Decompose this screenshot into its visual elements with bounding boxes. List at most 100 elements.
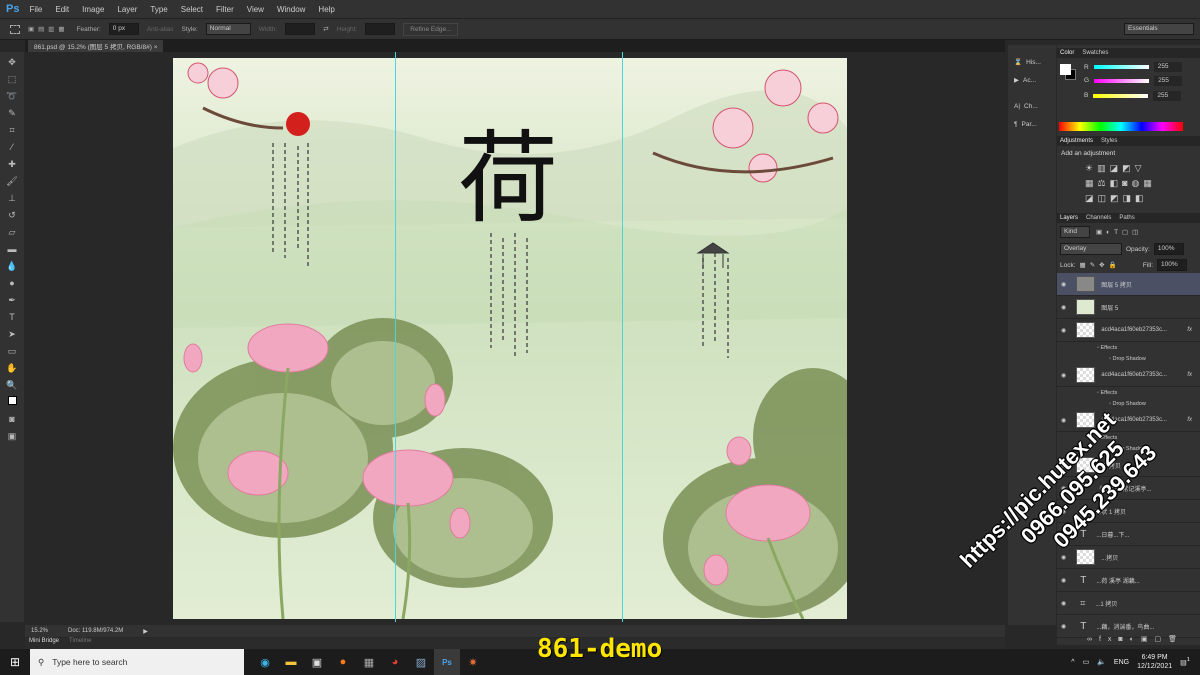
photoshop-taskbar-icon[interactable]: Ps	[434, 649, 460, 675]
menu-window[interactable]: Window	[277, 5, 305, 14]
blue-slider[interactable]	[1093, 93, 1149, 98]
menu-type[interactable]: Type	[150, 5, 167, 14]
eye-icon[interactable]: ◦	[1097, 390, 1099, 396]
actions-panel-button[interactable]: ▶ Ac...	[1008, 71, 1056, 89]
notification-icon[interactable]: ▤1	[1180, 657, 1190, 666]
layer-row[interactable]: ◉ acd4aca1f60eb27353c... fx	[1057, 319, 1200, 342]
tab-mini-bridge[interactable]: Mini Bridge	[29, 638, 59, 649]
tab-swatches[interactable]: Swatches	[1082, 50, 1108, 56]
height-input[interactable]	[365, 23, 396, 35]
selection-mode-icons[interactable]: ▣▤▥▦	[28, 25, 69, 33]
red-value[interactable]: 255	[1153, 62, 1182, 72]
history-panel-button[interactable]: ⌛ His...	[1008, 53, 1056, 71]
tab-paths[interactable]: Paths	[1119, 215, 1134, 221]
history-brush-icon[interactable]: ↺	[5, 208, 19, 222]
eye-icon[interactable]: ◦	[1097, 345, 1099, 351]
path-select-icon[interactable]: ➤	[5, 327, 19, 341]
eye-icon[interactable]: ◦	[1109, 356, 1111, 362]
brush-icon[interactable]: 🖌	[5, 174, 19, 188]
marquee-tool-icon[interactable]: ⬚	[5, 72, 19, 86]
foreground-color[interactable]	[1060, 64, 1071, 75]
chrome-icon[interactable]: ◕	[382, 649, 408, 675]
tab-timeline[interactable]: Timeline	[69, 638, 91, 649]
eye-icon[interactable]: ◉	[1061, 600, 1066, 607]
menu-view[interactable]: View	[247, 5, 264, 14]
green-value[interactable]: 255	[1154, 75, 1183, 86]
eye-icon[interactable]: ◉	[1061, 304, 1066, 311]
opacity-input[interactable]: 100%	[1153, 243, 1184, 255]
character-panel-button[interactable]: A| Ch...	[1008, 97, 1056, 115]
layer-filter-select[interactable]: Kind	[1060, 226, 1090, 238]
layer-row[interactable]: ◉ 图层 5	[1057, 296, 1200, 319]
style-select[interactable]: Normal	[205, 23, 251, 35]
app-icon[interactable]: ✷	[460, 649, 486, 675]
eye-icon[interactable]: ◉	[1061, 281, 1066, 288]
zoom-icon[interactable]: 🔍	[5, 378, 19, 392]
width-input[interactable]	[285, 23, 316, 35]
layer-row[interactable]: ◉ ...拷贝	[1057, 546, 1200, 569]
type-tool-icon[interactable]: T	[5, 310, 19, 324]
dodge-icon[interactable]: ●	[5, 276, 19, 290]
guide-line[interactable]	[622, 52, 623, 622]
layer-row[interactable]: ◉ ⌗ ...1 拷贝	[1057, 592, 1200, 615]
layer-row[interactable]: ◉ T ...荷 溪亭 湖藕...	[1057, 569, 1200, 592]
tab-channels[interactable]: Channels	[1086, 215, 1111, 221]
tab-styles[interactable]: Styles	[1101, 138, 1117, 144]
eye-icon[interactable]: ◉	[1061, 372, 1066, 379]
fx-icon[interactable]: fx	[1187, 372, 1192, 378]
menu-filter[interactable]: Filter	[216, 5, 234, 14]
tab-adjustments[interactable]: Adjustments	[1060, 138, 1093, 144]
menu-layer[interactable]: Layer	[117, 5, 137, 14]
layer-row[interactable]: ◉ 图层 5 拷贝	[1057, 273, 1200, 296]
layer-footer-icons[interactable]: ∞fx◙◐▣▢🗑	[1057, 635, 1200, 645]
file-explorer-icon[interactable]: ▬	[278, 649, 304, 675]
shape-icon[interactable]: ▭	[5, 344, 19, 358]
red-slider[interactable]	[1093, 65, 1149, 69]
effects-row[interactable]: ◦ Effects	[1057, 387, 1200, 398]
quick-mask-icon[interactable]: ◙	[5, 412, 19, 426]
zoom-level[interactable]: 15.2%	[31, 628, 48, 634]
menu-image[interactable]: Image	[82, 5, 104, 14]
tab-layers[interactable]: Layers	[1060, 215, 1078, 221]
healing-icon[interactable]: ✚	[5, 157, 19, 171]
green-slider[interactable]	[1094, 78, 1150, 83]
swap-icon[interactable]: ⇄	[323, 25, 328, 33]
tab-color[interactable]: Color	[1060, 50, 1074, 56]
adjustment-icons[interactable]: ☀▥◪◩▽ ▦⚖◧◙◍▦ ◪◫◩◨◧	[1057, 161, 1200, 213]
blur-icon[interactable]: 💧	[5, 259, 19, 273]
move-tool-icon[interactable]: ✥	[5, 55, 19, 69]
fx-icon[interactable]: fx	[1187, 417, 1192, 423]
taskbar-search[interactable]: ⚲ Type here to search	[30, 649, 244, 675]
antialias-checkbox[interactable]: Anti-alias	[147, 26, 174, 33]
fx-icon[interactable]: fx	[1187, 327, 1192, 333]
document-canvas[interactable]: 荷	[173, 58, 847, 619]
calculator-icon[interactable]: ▦	[356, 649, 382, 675]
filter-icons[interactable]: ▣◐T▢◫	[1096, 228, 1142, 236]
doc-size[interactable]: Doc: 119.8M/974.2M	[68, 628, 123, 634]
lasso-tool-icon[interactable]: ➰	[5, 89, 19, 103]
menu-help[interactable]: Help	[318, 5, 334, 14]
feather-input[interactable]: 0 px	[108, 23, 139, 35]
effects-row[interactable]: ◦ Effects	[1057, 342, 1200, 353]
blue-value[interactable]: 255	[1153, 90, 1182, 101]
network-icon[interactable]: ▭	[1083, 658, 1090, 666]
gradient-icon[interactable]: ▬	[5, 242, 19, 256]
eye-icon[interactable]: ◉	[1061, 623, 1066, 630]
eye-icon[interactable]: ◉	[1061, 577, 1066, 584]
quick-select-icon[interactable]: ✎	[5, 106, 19, 120]
windows-start-icon[interactable]: ⊞	[10, 655, 20, 669]
fill-input[interactable]: 100%	[1157, 259, 1187, 271]
marquee-tool-icon[interactable]	[10, 24, 20, 34]
clock[interactable]: 6:49 PM 12/12/2021	[1137, 653, 1172, 671]
edge-icon[interactable]: ◉	[252, 649, 278, 675]
document-tab[interactable]: 861.psd @ 15.2% (图层 5 拷贝, RGB/8#) ×	[28, 40, 164, 52]
hand-icon[interactable]: ✋	[5, 361, 19, 375]
pen-icon[interactable]: ✒	[5, 293, 19, 307]
language-indicator[interactable]: ENG	[1114, 659, 1129, 666]
blend-mode-select[interactable]: Overlay	[1060, 243, 1122, 255]
eye-icon[interactable]: ◉	[1061, 417, 1066, 424]
menu-file[interactable]: File	[29, 5, 42, 14]
drop-shadow-row[interactable]: ◦ Drop Shadow	[1057, 398, 1200, 409]
eraser-icon[interactable]: ▱	[5, 225, 19, 239]
screen-mode-icon[interactable]: ▣	[5, 429, 19, 443]
